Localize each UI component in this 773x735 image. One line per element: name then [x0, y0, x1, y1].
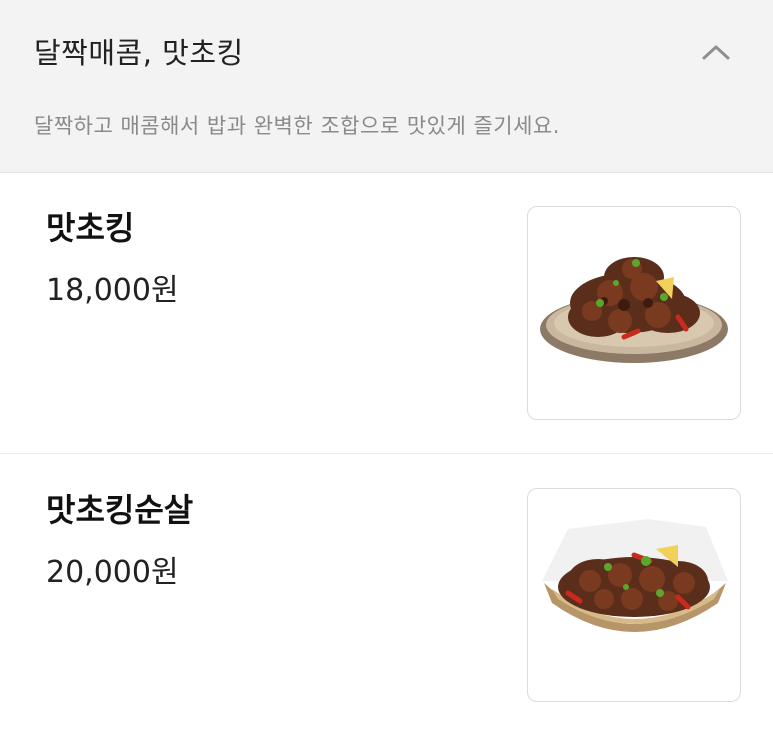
boneless-chicken-basket-image	[527, 488, 741, 702]
menu-item-matchoking[interactable]: 맛초킹 18,000원	[0, 173, 773, 454]
menu-item-price: 18,000원	[46, 273, 179, 308]
menu-item-matchoking-boneless[interactable]: 맛초킹순살 20,000원	[0, 455, 773, 735]
menu-item-name: 맛초킹	[46, 209, 135, 247]
chevron-up-icon	[702, 45, 730, 60]
collapse-button[interactable]	[694, 32, 738, 72]
section-title: 달짝매콤, 맛초킹	[34, 36, 244, 70]
chicken-plate-image	[527, 206, 741, 420]
menu-item-price: 20,000원	[46, 555, 179, 590]
section-header[interactable]: 달짝매콤, 맛초킹 달짝하고 매콤해서 밥과 완벽한 조합으로 맛있게 즐기세요…	[0, 0, 773, 173]
section-description: 달짝하고 매콤해서 밥과 완벽한 조합으로 맛있게 즐기세요.	[34, 114, 560, 138]
menu-item-name: 맛초킹순살	[46, 491, 194, 529]
